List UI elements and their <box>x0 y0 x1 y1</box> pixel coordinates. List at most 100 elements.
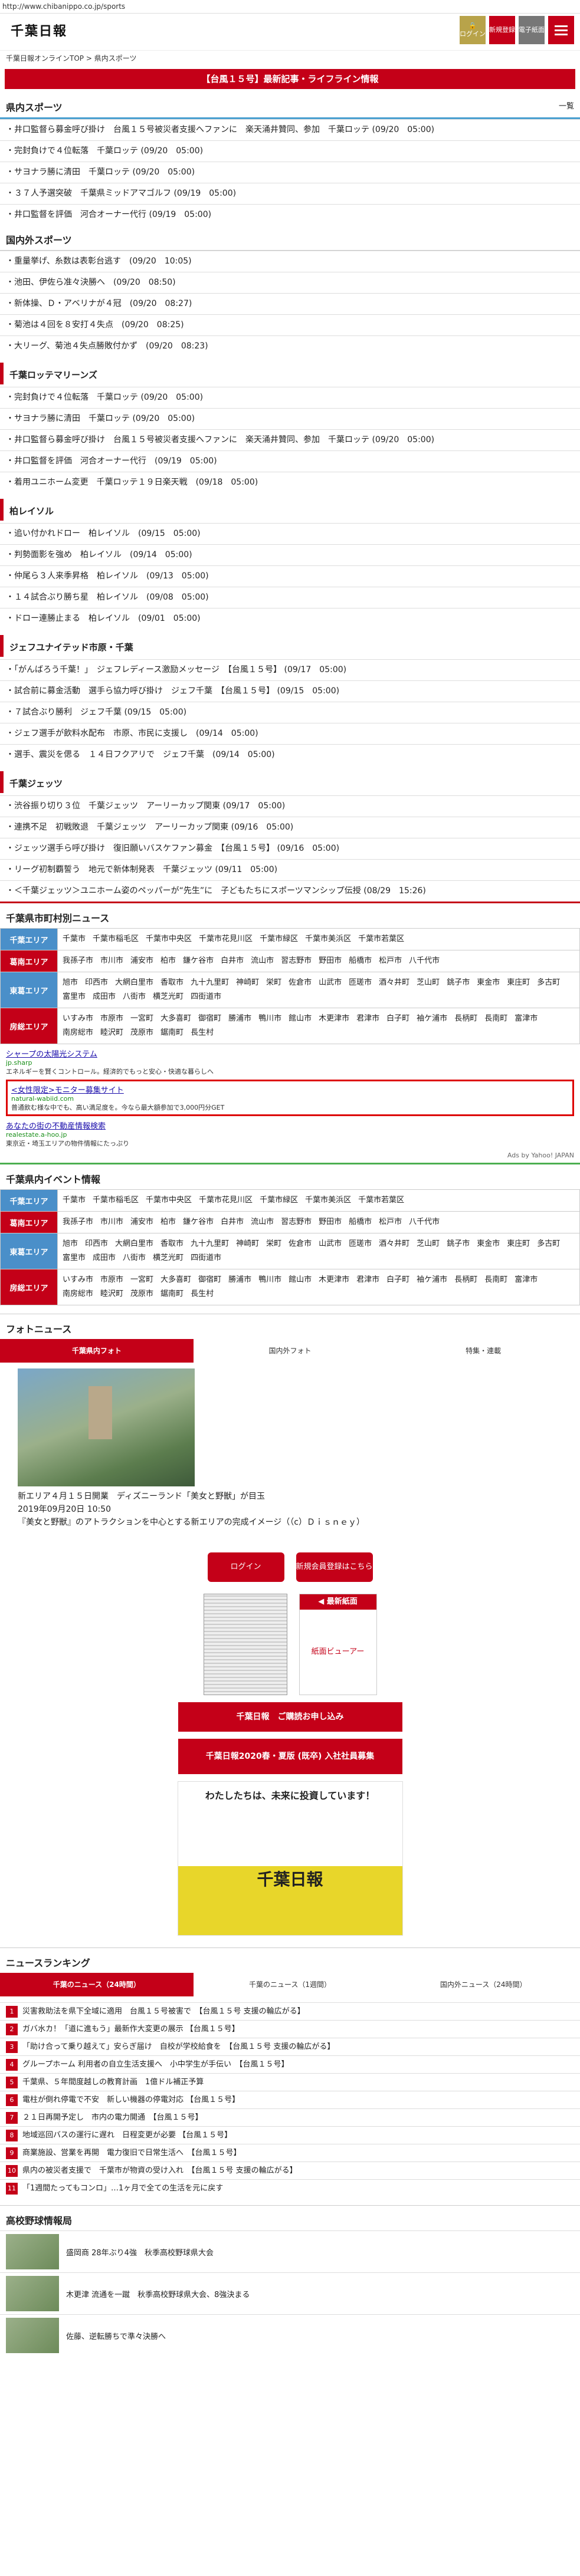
ad-title[interactable]: シャープの太陽光システム <box>6 1048 574 1059</box>
photo-image[interactable] <box>18 1368 195 1486</box>
city-link[interactable]: 印西市 <box>85 1237 108 1251</box>
city-link[interactable]: 君津市 <box>356 1012 379 1026</box>
article-item[interactable]: ・大リーグ、菊池４失点勝敗付かず (09/20 08:23) <box>0 335 580 357</box>
ranking-item[interactable]: 1 災害救助法を県下全域に適用 台風１５号被害で 【台風１５号 支援の輪広がる】 <box>0 2002 580 2020</box>
city-link[interactable]: 八街市 <box>123 1251 146 1265</box>
ranking-item[interactable]: 4 グループホーム 利用者の自立生活支援へ 小中学生が手伝い 【台風１５号】 <box>0 2055 580 2073</box>
city-link[interactable]: 我孫子市 <box>63 954 93 968</box>
city-link[interactable]: 千葉市稲毛区 <box>93 932 139 946</box>
city-link[interactable]: 東庄町 <box>507 976 530 990</box>
city-link[interactable]: 御宿町 <box>198 1273 221 1287</box>
city-link[interactable]: 千葉市中央区 <box>146 932 192 946</box>
article-item[interactable]: ・完封負けで４位転落 千葉ロッテ (09/20 05:00) <box>0 387 580 408</box>
city-link[interactable]: 習志野市 <box>281 1215 312 1229</box>
city-link[interactable]: 山武市 <box>319 976 342 990</box>
city-link[interactable]: 浦安市 <box>130 954 153 968</box>
city-link[interactable]: 我孫子市 <box>63 1215 93 1229</box>
city-link[interactable]: 東庄町 <box>507 1237 530 1251</box>
ranking-item[interactable]: 3 「助け合って乗り越えて」安らぎ届け 自校が学校給食を 【台風１５号 支援の輪広… <box>0 2038 580 2055</box>
city-link[interactable]: 松戸市 <box>379 1215 402 1229</box>
article-item[interactable]: ・判勢面影を強め 柏レイソル (09/14 05:00) <box>0 544 580 565</box>
ad-banner[interactable]: わたしたちは、未来に投資しています！ 千葉日報 <box>177 1781 403 1936</box>
ad-item[interactable]: あなたの街の不動産情報検索 realestate.a-hoo.jp 東京近・埼玉… <box>6 1120 574 1148</box>
ranking-item[interactable]: 11 「1週間たってもコンロ」…1ヶ月で全ての生活を元に戻す <box>0 2179 580 2197</box>
city-link[interactable]: 木更津市 <box>319 1012 349 1026</box>
article-item[interactable]: ・ドロー連勝止まる 柏レイソル (09/01 05:00) <box>0 608 580 629</box>
city-link[interactable]: 茂原市 <box>130 1026 153 1040</box>
city-link[interactable]: 山武市 <box>319 1237 342 1251</box>
more-link[interactable]: 一覧 <box>559 100 574 111</box>
article-item[interactable]: ・選手、震災を偲る １４日フクアリで ジェフ千葉 (09/14 05:00) <box>0 744 580 765</box>
tab-ranking-24h[interactable]: 千葉のニュース（24時間） <box>0 1973 194 1996</box>
ranking-item[interactable]: 9 商業施設、営業を再開 電力復旧で日常生活へ 【台風１５号】 <box>0 2144 580 2162</box>
recruit-banner[interactable]: 千葉日報2020春・夏版 (既卒) 入社社員募集 <box>178 1739 402 1774</box>
city-link[interactable]: 柏市 <box>160 1215 176 1229</box>
paper-viewer[interactable]: ◀ 最新紙面 紙面ビューアー <box>299 1594 377 1695</box>
ranking-item[interactable]: 6 電柱が倒れ停電で不安 新しい機器の停電対応 【台風１５号】 <box>0 2091 580 2108</box>
city-link[interactable]: 鎌ケ谷市 <box>183 1215 214 1229</box>
highschool-item[interactable]: 木更津 流通を一蹴 秋季高校野球県大会、8強決まる <box>0 2272 580 2314</box>
city-link[interactable]: 野田市 <box>319 954 342 968</box>
city-link[interactable]: 酒々井町 <box>379 1237 409 1251</box>
city-link[interactable]: 千葉市中央区 <box>146 1193 192 1208</box>
city-link[interactable]: 佐倉市 <box>289 976 312 990</box>
city-link[interactable]: 神崎町 <box>236 1237 259 1251</box>
city-link[interactable]: 睦沢町 <box>100 1026 123 1040</box>
city-link[interactable]: 勝浦市 <box>228 1273 251 1287</box>
city-link[interactable]: 長柄町 <box>454 1273 477 1287</box>
city-link[interactable]: 東金市 <box>477 1237 500 1251</box>
article-item[interactable]: ・３７人予選突破 千葉県ミッドアマゴルフ (09/19 05:00) <box>0 183 580 204</box>
article-item[interactable]: ・ジェフ選手が飲料水配布 市原、市民に支援し (09/14 05:00) <box>0 723 580 744</box>
city-link[interactable]: 酒々井町 <box>379 976 409 990</box>
newspaper-thumbnail[interactable] <box>203 1594 287 1695</box>
city-link[interactable]: 九十九里町 <box>191 976 229 990</box>
city-link[interactable]: 旭市 <box>63 976 78 990</box>
city-link[interactable]: 東金市 <box>477 976 500 990</box>
city-link[interactable]: 南房総市 <box>63 1287 93 1301</box>
article-item[interactable]: ・菊池は４回を８安打４失点 (09/20 08:25) <box>0 314 580 335</box>
city-link[interactable]: いすみ市 <box>63 1012 93 1026</box>
city-link[interactable]: 君津市 <box>356 1273 379 1287</box>
article-item[interactable]: ・渋谷振り切り３位 千葉ジェッツ アーリーカップ関東 (09/17 05:00) <box>0 795 580 817</box>
city-link[interactable]: 御宿町 <box>198 1012 221 1026</box>
article-item[interactable]: ・池田、伊佐ら准々決勝へ (09/20 08:50) <box>0 272 580 293</box>
city-link[interactable]: 館山市 <box>289 1012 312 1026</box>
article-item[interactable]: ・新体操、Ｄ・アベリナが４冠 (09/20 08:27) <box>0 293 580 314</box>
city-link[interactable]: 千葉市美浜区 <box>305 932 351 946</box>
city-link[interactable]: 富津市 <box>515 1273 538 1287</box>
article-item[interactable]: ・仲尾ら３人来季昇格 柏レイソル (09/13 05:00) <box>0 565 580 587</box>
city-link[interactable]: 鴨川市 <box>258 1273 281 1287</box>
article-item[interactable]: ・試合前に募金活動 選手ら協力呼び掛け ジェフ千葉 【台風１５号】 (09/15… <box>0 680 580 702</box>
city-link[interactable]: 一宮町 <box>130 1273 153 1287</box>
typhoon-alert-banner[interactable]: 【台風１５号】最新記事・ライフライン情報 <box>5 69 575 89</box>
city-link[interactable]: 茂原市 <box>130 1287 153 1301</box>
city-link[interactable]: 鋸南町 <box>160 1287 183 1301</box>
city-link[interactable]: 香取市 <box>160 976 183 990</box>
city-link[interactable]: 栄町 <box>266 1237 281 1251</box>
city-link[interactable]: 柏市 <box>160 954 176 968</box>
city-link[interactable]: 千葉市花見川区 <box>199 932 253 946</box>
city-link[interactable]: 神崎町 <box>236 976 259 990</box>
tab-ranking-national[interactable]: 国内外ニュース（24時間） <box>386 1973 580 1996</box>
e-paper-button[interactable]: 電子紙面 <box>519 16 545 44</box>
city-link[interactable]: 白子町 <box>386 1273 409 1287</box>
city-link[interactable]: 横芝光町 <box>153 1251 183 1265</box>
article-item[interactable]: ・７試合ぶり勝利 ジェフ千葉 (09/15 05:00) <box>0 702 580 723</box>
article-item[interactable]: ・井口監督ら募金呼び掛け 台風１５号被災者支援へファンに 楽天涌井贊同、参加 千… <box>0 429 580 450</box>
article-item[interactable]: ・１４試合ぶり勝ち星 柏レイソル (09/08 05:00) <box>0 587 580 608</box>
city-link[interactable]: 市川市 <box>100 1215 123 1229</box>
city-link[interactable]: 四街道市 <box>191 1251 221 1265</box>
city-link[interactable]: 長南町 <box>484 1273 507 1287</box>
city-link[interactable]: 市川市 <box>100 954 123 968</box>
tab-prefecture-photo[interactable]: 千葉県内フォト <box>0 1339 194 1363</box>
city-link[interactable]: 一宮町 <box>130 1012 153 1026</box>
register-member-button[interactable]: 新規会員登録はこちら <box>296 1552 373 1582</box>
photo-caption-title[interactable]: 新エリア４月１５日開業 ディズニーランド「美女と野獣」が目玉 <box>18 1490 562 1503</box>
city-link[interactable]: 勝浦市 <box>228 1012 251 1026</box>
city-link[interactable]: 千葉市 <box>63 1193 86 1208</box>
city-link[interactable]: 白井市 <box>221 954 244 968</box>
ranking-item[interactable]: 10 県内の被災者支援で 千葉市が物資の受け入れ 【台風１５号 支援の輪広がる】 <box>0 2162 580 2179</box>
login-button[interactable]: 🔒 ログイン <box>460 16 486 44</box>
city-link[interactable]: 芝山町 <box>417 1237 440 1251</box>
article-item[interactable]: ・完封負けで４位転落 千葉ロッテ (09/20 05:00) <box>0 140 580 162</box>
